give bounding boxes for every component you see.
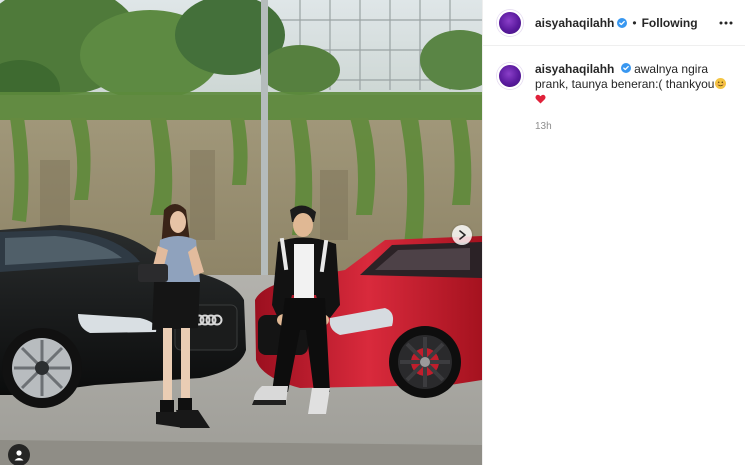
- more-options-button[interactable]: [719, 21, 733, 25]
- next-photo-button[interactable]: [452, 225, 472, 245]
- header-separator: •: [632, 15, 637, 30]
- caption-body: aisyahaqilahh awalnya ngira prank, tauny…: [535, 62, 733, 134]
- author-username[interactable]: aisyahaqilahh: [535, 16, 614, 30]
- verified-badge-icon: [617, 17, 628, 28]
- author-info: aisyahaqilahh • Following: [535, 16, 698, 30]
- more-horizontal-icon: [719, 21, 733, 24]
- author-avatar[interactable]: [497, 9, 523, 36]
- following-button[interactable]: Following: [642, 16, 698, 30]
- chevron-right-icon: [458, 230, 466, 240]
- post-header: aisyahaqilahh • Following: [483, 0, 745, 46]
- user-tag-icon: [14, 450, 24, 461]
- tagged-users-button[interactable]: [8, 444, 30, 465]
- red-heart-emoji-icon: [535, 94, 546, 104]
- lamp-pole: [261, 0, 268, 278]
- post-media[interactable]: [0, 0, 482, 465]
- caption-author-username[interactable]: aisyahaqilahh: [535, 62, 614, 76]
- verified-badge-icon: [620, 63, 631, 73]
- caption-author-avatar[interactable]: [497, 63, 523, 89]
- post-side-panel: aisyahaqilahh • Following aisyahaqilahh …: [482, 0, 745, 465]
- caption-comment: aisyahaqilahh awalnya ngira prank, tauny…: [483, 46, 745, 134]
- post-timestamp[interactable]: 13h: [535, 119, 733, 134]
- smiling-face-emoji-icon: [715, 78, 727, 89]
- post-photo: [0, 0, 482, 465]
- instagram-post: aisyahaqilahh • Following aisyahaqilahh …: [0, 0, 745, 465]
